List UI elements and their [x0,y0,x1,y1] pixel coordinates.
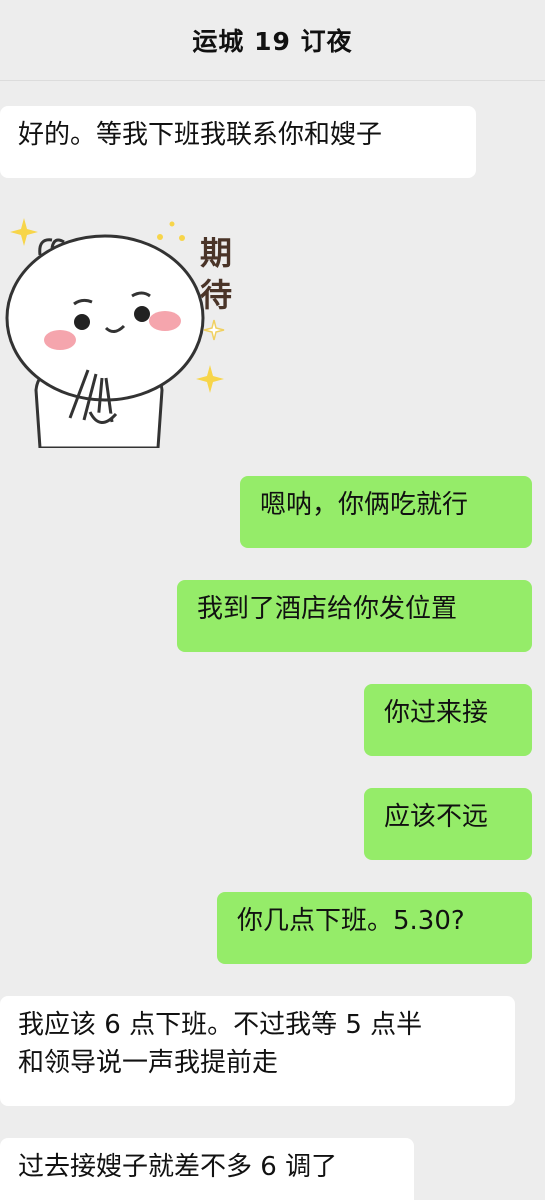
sparkle-icon [169,221,175,227]
message-bubble-incoming[interactable]: 我应该 6 点下班。不过我等 5 点半 和领导说一声我提前走 [0,996,515,1106]
chat-title: 运城 19 订夜 [192,27,353,56]
message-bubble-incoming[interactable]: 好的。等我下班我联系你和嫂子 [0,106,476,178]
sparkle-icon [196,365,224,393]
sparkle-icon [10,218,38,246]
message-bubble-incoming[interactable]: 过去接嫂子就差不多 6 调了 [0,1138,414,1200]
message-text: 好的。等我下班我联系你和嫂子 [18,120,383,150]
message-text: 过去接嫂子就差不多 6 调了 [18,1152,338,1182]
message-bubble-outgoing[interactable]: 我到了酒店给你发位置 [177,580,532,652]
message-bubble-outgoing[interactable]: 嗯呐，你俩吃就行 [240,476,532,548]
message-bubble-outgoing[interactable]: 你过来接 [364,684,532,756]
message-text-line: 和领导说一声我提前走 [18,1048,279,1078]
sticker-caption: 期待 [200,234,233,314]
message-text: 嗯呐，你俩吃就行 [260,490,469,520]
message-text: 你过来接 [384,698,489,728]
message-bubble-outgoing[interactable]: 应该不远 [364,788,532,860]
sparkle-icon [179,235,185,241]
sparkle-icon [157,234,163,240]
message-text: 应该不远 [384,802,489,832]
message-bubble-outgoing[interactable]: 你几点下班。5.30? [217,892,532,964]
sparkle-icon [203,319,225,341]
message-text: 你几点下班。5.30? [237,906,465,936]
message-text-line: 我应该 6 点下班。不过我等 5 点半 [18,1010,423,1040]
chat-header: 运城 19 订夜 [0,0,545,81]
sticker-message[interactable]: 期待 [0,200,245,450]
message-text: 我到了酒店给你发位置 [197,594,458,624]
